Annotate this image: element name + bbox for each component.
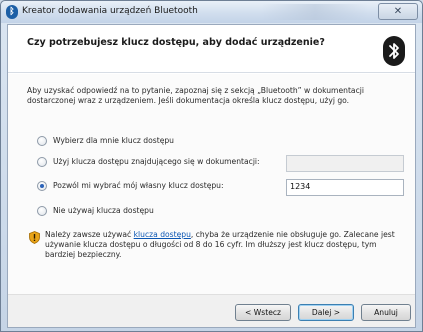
wizard-header: Czy potrzebujesz klucz dostępu, aby doda… bbox=[8, 25, 415, 73]
documentation-passkey-field[interactable] bbox=[286, 155, 404, 172]
option-auto-passkey[interactable]: Wybierz dla mnie klucz dostępu bbox=[37, 135, 337, 149]
close-button[interactable]: ✕ bbox=[378, 3, 418, 20]
option-no-passkey[interactable]: Nie używaj klucza dostępu bbox=[37, 205, 337, 219]
title-bar[interactable]: ᛒ Kreator dodawania urządzeń Bluetooth ✕ bbox=[1, 1, 422, 23]
title-bar-glare bbox=[261, 4, 369, 20]
option-label: Wybierz dla mnie klucz dostępu bbox=[53, 136, 174, 145]
radio-documentation-passkey[interactable] bbox=[37, 157, 47, 167]
option-label: Użyj klucza dostępu znajdującego się w d… bbox=[53, 157, 260, 166]
window-title: Kreator dodawania urządzeń Bluetooth bbox=[22, 6, 198, 16]
wizard-body: Aby uzyskać odpowiedź na to pytanie, zap… bbox=[8, 74, 415, 294]
next-button[interactable]: Dalej > bbox=[298, 304, 354, 321]
page-title: Czy potrzebujesz klucz dostępu, aby doda… bbox=[27, 37, 325, 48]
back-button[interactable]: < Wstecz bbox=[235, 304, 291, 321]
wizard-window: ᛒ Kreator dodawania urządzeń Bluetooth ✕… bbox=[0, 0, 423, 332]
bluetooth-icon: ᛒ bbox=[6, 5, 18, 19]
passkey-warning: Należy zawsze używać klucza dostępu, chy… bbox=[45, 230, 405, 260]
wizard-content: Czy potrzebujesz klucz dostępu, aby doda… bbox=[7, 24, 416, 328]
instructions-text: Aby uzyskać odpowiedź na to pytanie, zap… bbox=[27, 86, 364, 105]
radio-no-passkey[interactable] bbox=[37, 206, 47, 216]
radio-custom-passkey[interactable] bbox=[37, 181, 47, 191]
cancel-button[interactable]: Anuluj bbox=[361, 304, 411, 321]
radio-auto-passkey[interactable] bbox=[37, 136, 47, 146]
passkey-help-link[interactable]: klucza dostępu bbox=[134, 230, 191, 239]
wizard-footer: < Wstecz Dalej > Anuluj bbox=[8, 294, 415, 327]
bluetooth-logo-icon bbox=[383, 36, 405, 66]
custom-passkey-field[interactable]: 1234 bbox=[286, 179, 404, 196]
option-label: Nie używaj klucza dostępu bbox=[53, 206, 154, 215]
shield-warning-icon bbox=[29, 231, 40, 244]
option-label: Pozwól mi wybrać mój własny klucz dostęp… bbox=[53, 181, 224, 190]
warning-prefix: Należy zawsze używać bbox=[45, 230, 134, 239]
